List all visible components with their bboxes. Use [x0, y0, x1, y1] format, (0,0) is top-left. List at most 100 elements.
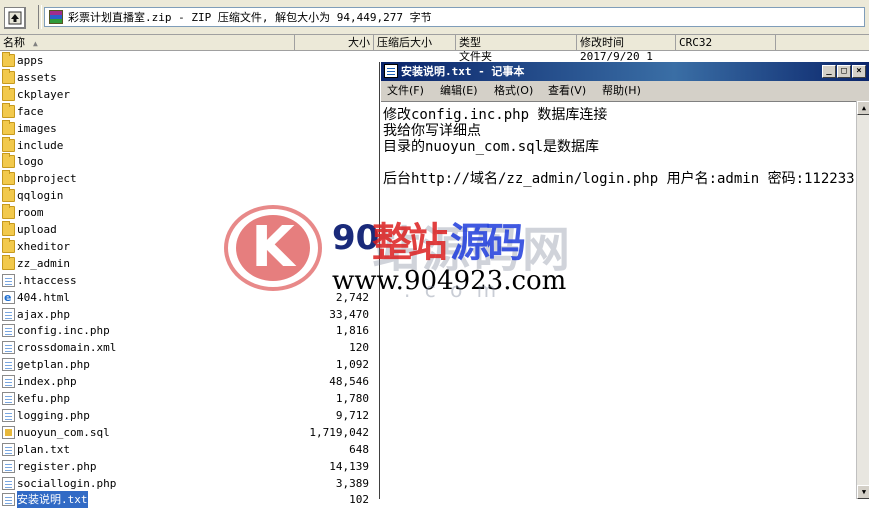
- menu-edit[interactable]: 编辑(E): [440, 81, 478, 100]
- file-name: 安装说明.txt: [17, 491, 88, 508]
- sort-ascending-icon: ▲: [33, 39, 38, 48]
- column-packed-size[interactable]: 压缩后大小: [374, 35, 456, 50]
- file-row[interactable]: include: [0, 136, 380, 154]
- file-icon: [2, 493, 15, 507]
- file-row[interactable]: plan.txt 648: [0, 441, 380, 458]
- menu-file[interactable]: 文件(F): [387, 81, 424, 100]
- notepad-icon: [384, 64, 398, 78]
- file-size: 14,139: [329, 459, 369, 473]
- file-row[interactable]: ckplayer: [0, 85, 380, 103]
- file-row[interactable]: sociallogin.php 3,389: [0, 475, 380, 492]
- file-icon: [2, 324, 15, 338]
- file-name: sociallogin.php: [17, 476, 117, 490]
- file-size: 1,816: [335, 324, 369, 338]
- maximize-button[interactable]: □: [837, 65, 851, 78]
- file-size: 1,780: [335, 392, 369, 405]
- file-icon: [2, 392, 15, 405]
- notepad-line-2: 我给你写详细点: [383, 123, 481, 139]
- notepad-title-bar[interactable]: 安装说明.txt - 记事本 _ □ ×: [381, 62, 869, 81]
- minimize-button[interactable]: _: [822, 65, 836, 78]
- toolbar: 彩票计划直播室.zip - ZIP 压缩文件, 解包大小为 94,449,277…: [0, 0, 869, 35]
- file-row[interactable]: logo: [0, 153, 380, 170]
- column-modified[interactable]: 修改时间: [577, 35, 676, 50]
- sql-file-icon: [2, 425, 15, 439]
- file-row[interactable]: ajax.php 33,470: [0, 306, 380, 323]
- file-row[interactable]: crossdomain.xml 120: [0, 339, 380, 356]
- file-name: register.php: [17, 459, 97, 473]
- menu-format[interactable]: 格式(O): [494, 81, 533, 100]
- file-row[interactable]: register.php 14,139: [0, 458, 380, 475]
- file-name: ckplayer: [17, 87, 70, 101]
- file-size: 48,546: [329, 375, 369, 389]
- folder-icon: [2, 153, 15, 169]
- file-row[interactable]: apps: [0, 52, 380, 69]
- archive-path-bar[interactable]: 彩票计划直播室.zip - ZIP 压缩文件, 解包大小为 94,449,277…: [44, 7, 865, 27]
- notepad-scrollbar[interactable]: ▲ ▼: [856, 101, 869, 499]
- file-row[interactable]: zz_admin: [0, 254, 380, 272]
- file-row[interactable]: face: [0, 102, 380, 120]
- up-folder-button[interactable]: [4, 7, 26, 29]
- file-name: plan.txt: [17, 442, 70, 456]
- file-row[interactable]: nuoyun_com.sql 1,719,042: [0, 424, 380, 441]
- archive-path-text: 彩票计划直播室.zip - ZIP 压缩文件, 解包大小为 94,449,277…: [68, 11, 432, 24]
- file-row[interactable]: 安装说明.txt 102: [0, 491, 380, 508]
- file-row[interactable]: nbproject: [0, 170, 380, 187]
- file-name: getplan.php: [17, 358, 90, 372]
- file-name: room: [17, 206, 44, 220]
- file-row[interactable]: images: [0, 119, 380, 137]
- file-row[interactable]: getplan.php 1,092: [0, 356, 380, 373]
- file-size: 102: [349, 493, 369, 507]
- column-name[interactable]: 名称 ▲: [0, 35, 295, 50]
- file-size: 1,092: [335, 358, 369, 372]
- file-row[interactable]: logging.php 9,712: [0, 407, 380, 424]
- file-row[interactable]: qqlogin: [0, 187, 380, 204]
- column-size[interactable]: 大小: [295, 35, 374, 50]
- file-size: 2,742: [335, 290, 369, 304]
- notepad-text-area[interactable]: 修改config.inc.php 数据库连接 我给你写详细点 目录的nuoyun…: [381, 101, 856, 500]
- file-icon: [2, 358, 15, 372]
- notepad-title: 安装说明.txt - 记事本: [401, 65, 525, 78]
- file-row[interactable]: xheditor: [0, 237, 380, 255]
- file-name: kefu.php: [17, 392, 70, 405]
- file-icon: [2, 273, 15, 287]
- partial-row-type: 文件夹: [459, 51, 492, 62]
- file-row[interactable]: config.inc.php 1,816: [0, 322, 380, 339]
- file-row[interactable]: upload: [0, 221, 380, 238]
- menu-view[interactable]: 查看(V): [548, 81, 586, 100]
- file-size: 3,389: [335, 476, 369, 490]
- file-icon: [2, 375, 15, 389]
- file-row[interactable]: room: [0, 204, 380, 221]
- folder-icon: [2, 187, 15, 203]
- html-file-icon: [2, 289, 15, 306]
- file-name: crossdomain.xml: [17, 341, 117, 355]
- folder-icon: [2, 102, 15, 118]
- file-row[interactable]: 404.html 2,742: [0, 289, 380, 306]
- file-list: apps assets ckplayer face images include logo n…: [0, 51, 380, 508]
- folder-icon: [2, 170, 15, 186]
- column-crc32[interactable]: CRC32: [676, 35, 776, 50]
- notepad-line-3: 目录的nuoyun_com.sql是数据库: [383, 139, 600, 155]
- scroll-down-arrow-icon[interactable]: ▼: [857, 485, 869, 499]
- file-icon: [2, 442, 15, 456]
- watermark-shadow-text: 站源码网: [372, 222, 573, 278]
- folder-icon: [2, 136, 15, 152]
- close-button[interactable]: ×: [852, 65, 866, 78]
- file-icon: [2, 307, 15, 321]
- column-header: 名称 ▲ 大小 压缩后大小 类型 修改时间 CRC32: [0, 35, 869, 51]
- menu-help[interactable]: 帮助(H): [602, 81, 641, 100]
- folder-icon: [2, 221, 15, 236]
- scroll-up-arrow-icon[interactable]: ▲: [857, 101, 869, 115]
- file-row[interactable]: assets: [0, 68, 380, 86]
- file-name: upload: [17, 223, 57, 236]
- file-name: assets: [17, 70, 57, 84]
- notepad-line-1: 修改config.inc.php 数据库连接: [383, 107, 608, 123]
- file-name: logging.php: [17, 408, 90, 422]
- column-type[interactable]: 类型: [456, 35, 577, 50]
- file-row[interactable]: kefu.php 1,780: [0, 390, 380, 407]
- file-row[interactable]: index.php 48,546: [0, 373, 380, 390]
- file-size: 120: [349, 341, 369, 355]
- folder-icon: [2, 254, 15, 270]
- file-row[interactable]: .htaccess: [0, 272, 380, 289]
- folder-icon: [2, 68, 15, 84]
- file-icon: [2, 408, 15, 422]
